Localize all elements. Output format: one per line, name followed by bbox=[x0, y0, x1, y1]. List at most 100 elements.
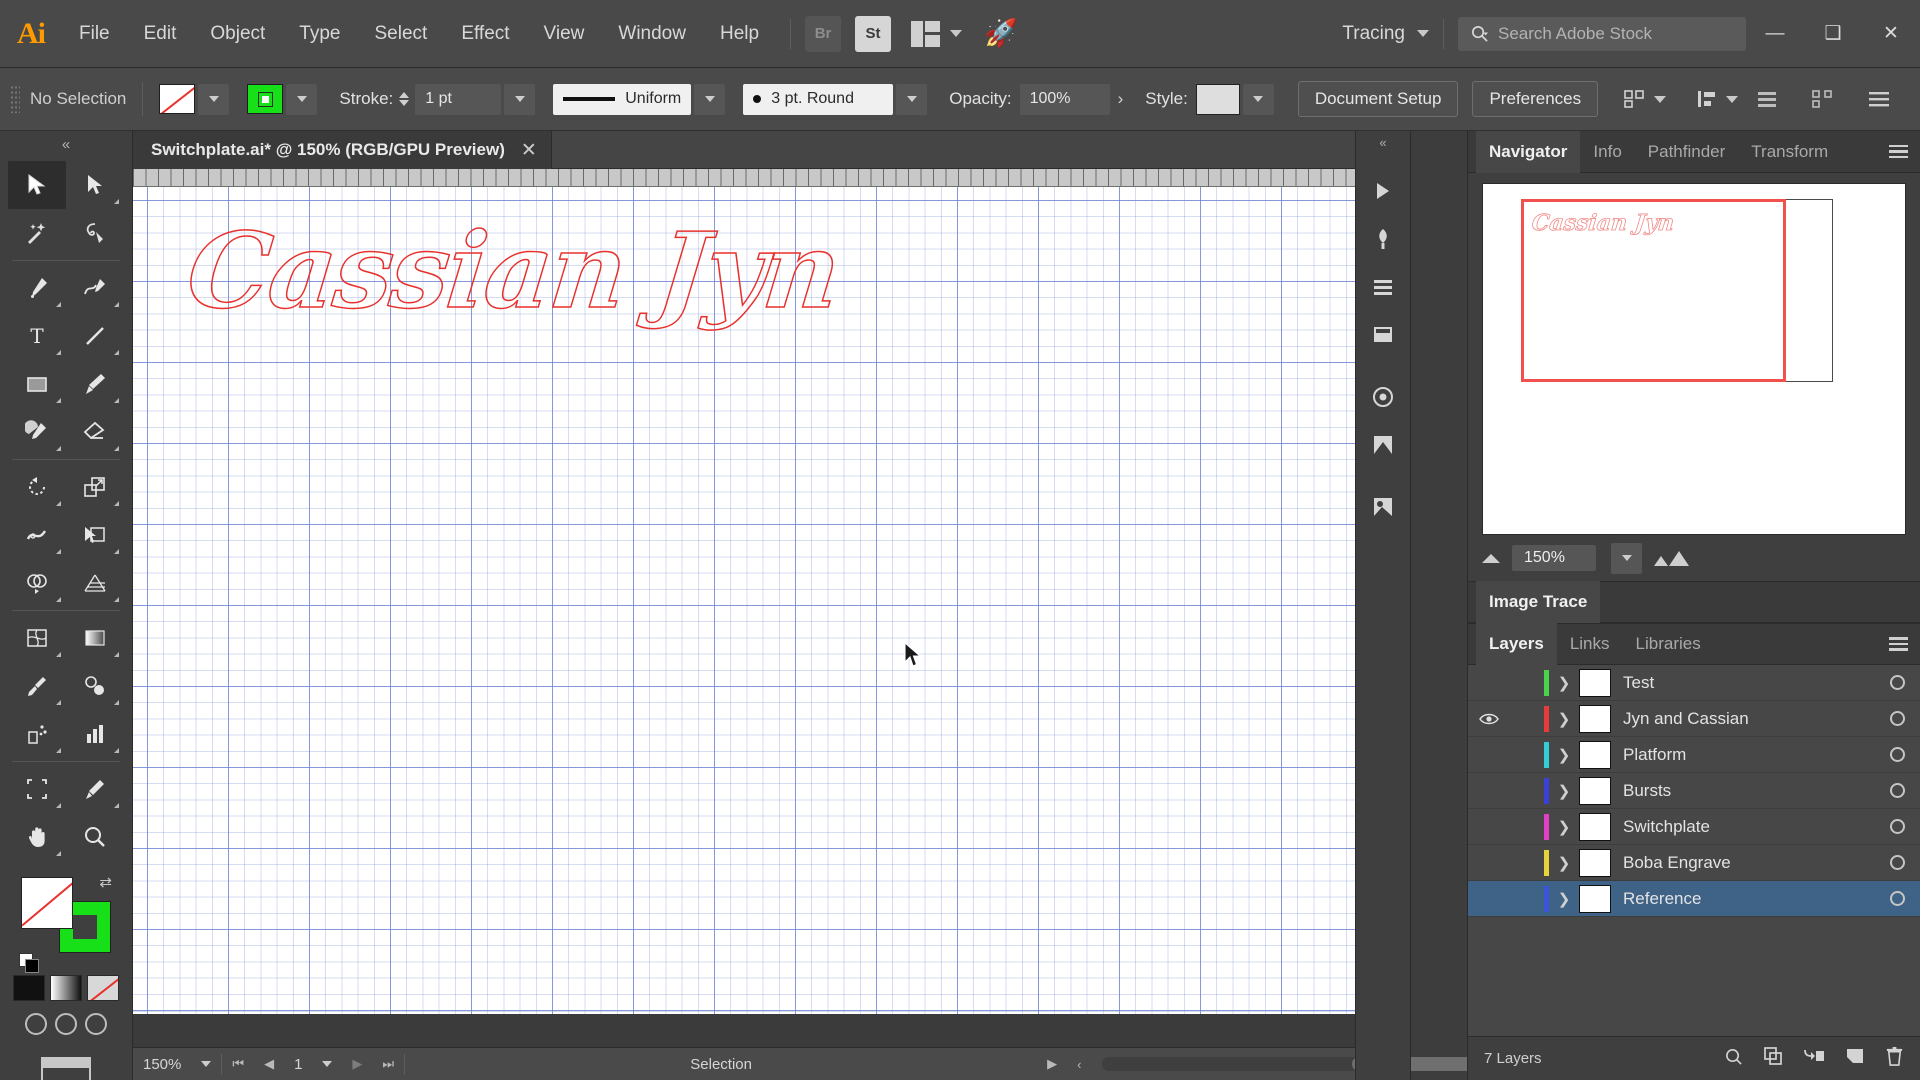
layer-row[interactable]: ❯ Bursts bbox=[1468, 773, 1920, 809]
control-panel-menu-icon[interactable] bbox=[1860, 80, 1898, 118]
draw-inside-icon[interactable] bbox=[85, 1013, 107, 1035]
gradient-button[interactable] bbox=[50, 975, 82, 1001]
tab-image-trace[interactable]: Image Trace bbox=[1476, 581, 1601, 623]
select-similar-chevron-down-icon[interactable] bbox=[1654, 95, 1667, 103]
minimize-button[interactable]: — bbox=[1746, 0, 1804, 68]
dock-brushes-icon[interactable] bbox=[1356, 215, 1410, 263]
zoom-out-icon[interactable] bbox=[1482, 553, 1500, 563]
layers-panel-menu-icon[interactable] bbox=[1889, 637, 1908, 651]
menu-effect[interactable]: Effect bbox=[444, 0, 526, 68]
artboard-number-input[interactable]: 1 bbox=[284, 1048, 312, 1080]
stock-icon[interactable]: St bbox=[855, 15, 892, 52]
status-play-icon[interactable]: ▶ bbox=[1037, 1048, 1067, 1080]
stroke-chevron-down-icon[interactable] bbox=[286, 83, 318, 115]
color-button[interactable] bbox=[13, 975, 45, 1001]
align-icon[interactable] bbox=[1688, 80, 1726, 118]
tab-links[interactable]: Links bbox=[1557, 623, 1623, 665]
search-input[interactable]: Search Adobe Stock bbox=[1458, 16, 1746, 51]
layer-target-icon[interactable] bbox=[1874, 891, 1920, 906]
layer-row[interactable]: ❯ Jyn and Cassian bbox=[1468, 701, 1920, 737]
tab-navigator[interactable]: Navigator bbox=[1476, 130, 1581, 173]
zoom-chevron-down-icon[interactable] bbox=[191, 1048, 221, 1080]
layer-name[interactable]: Test bbox=[1623, 673, 1874, 693]
dock-align-icon[interactable] bbox=[1356, 263, 1410, 311]
dock-image-trace-icon[interactable] bbox=[1356, 483, 1410, 531]
layer-target-icon[interactable] bbox=[1874, 747, 1920, 762]
layer-name[interactable]: Bursts bbox=[1623, 781, 1874, 801]
curvature-tool[interactable] bbox=[66, 264, 124, 312]
first-artboard-button[interactable]: ⏮ bbox=[222, 1048, 254, 1080]
fill-swatch[interactable] bbox=[159, 84, 196, 114]
dock-artboards-icon[interactable] bbox=[1356, 311, 1410, 359]
layer-target-icon[interactable] bbox=[1874, 711, 1920, 726]
none-button[interactable] bbox=[87, 975, 119, 1001]
arrange-chevron-down-icon[interactable] bbox=[950, 30, 963, 37]
artboard-chevron-down-icon[interactable] bbox=[312, 1048, 342, 1080]
screen-mode-icon[interactable] bbox=[41, 1057, 91, 1080]
layer-expand-chevron-right-icon[interactable]: ❯ bbox=[1549, 854, 1579, 872]
tab-info[interactable]: Info bbox=[1580, 131, 1634, 173]
lasso-tool[interactable] bbox=[66, 209, 124, 257]
artwork-text[interactable]: Cassian Jyn bbox=[181, 208, 845, 344]
layer-name[interactable]: Jyn and Cassian bbox=[1623, 709, 1874, 729]
align-chevron-down-icon[interactable] bbox=[1726, 95, 1739, 103]
dock-appearance-icon[interactable] bbox=[1356, 373, 1410, 421]
discover-rocket-icon[interactable]: 🚀 bbox=[984, 20, 1018, 47]
eraser-tool[interactable] bbox=[66, 408, 124, 456]
preferences-button[interactable]: Preferences bbox=[1472, 81, 1599, 117]
dock-properties-icon[interactable] bbox=[1356, 167, 1410, 215]
bridge-icon[interactable]: Br bbox=[805, 15, 842, 52]
navigator-zoom-chevron-down-icon[interactable] bbox=[1611, 542, 1642, 574]
layer-name[interactable]: Switchplate bbox=[1623, 817, 1874, 837]
style-chevron-down-icon[interactable] bbox=[1242, 83, 1274, 115]
make-sublayer-icon[interactable] bbox=[1763, 1046, 1783, 1071]
line-segment-tool[interactable] bbox=[66, 312, 124, 360]
symbol-sprayer-tool[interactable] bbox=[8, 710, 66, 758]
dock-graphic-styles-icon[interactable] bbox=[1356, 421, 1410, 469]
layer-visibility-icon[interactable] bbox=[1468, 712, 1510, 726]
brush-definition-chevron-down-icon[interactable] bbox=[896, 83, 928, 115]
shaper-tool[interactable] bbox=[8, 408, 66, 456]
navigator-view-box[interactable]: Cassian Jyn bbox=[1521, 199, 1786, 382]
slice-tool[interactable] bbox=[66, 765, 124, 813]
graphic-style-swatch[interactable] bbox=[1195, 83, 1240, 115]
layer-target-icon[interactable] bbox=[1874, 675, 1920, 690]
layer-expand-chevron-right-icon[interactable]: ❯ bbox=[1549, 782, 1579, 800]
draw-behind-icon[interactable] bbox=[55, 1013, 77, 1035]
fill-chevron-down-icon[interactable] bbox=[198, 83, 230, 115]
width-tool[interactable] bbox=[8, 511, 66, 559]
document-setup-button[interactable]: Document Setup bbox=[1297, 81, 1459, 117]
rotate-tool[interactable] bbox=[8, 463, 66, 511]
menu-type[interactable]: Type bbox=[282, 0, 357, 68]
layer-row[interactable]: ❯ Platform bbox=[1468, 737, 1920, 773]
free-transform-tool[interactable] bbox=[66, 511, 124, 559]
tab-transform[interactable]: Transform bbox=[1738, 131, 1841, 173]
blend-tool[interactable] bbox=[66, 662, 124, 710]
opacity-input[interactable]: 100% bbox=[1019, 83, 1110, 115]
previous-artboard-button[interactable]: ◀ bbox=[254, 1048, 284, 1080]
artboard[interactable]: Cassian Jyn bbox=[133, 187, 1379, 1014]
layer-row[interactable]: ❯ Switchplate bbox=[1468, 809, 1920, 845]
control-bar-grip[interactable] bbox=[10, 85, 20, 113]
workspace-chevron-down-icon[interactable] bbox=[1417, 30, 1429, 37]
brush-definition-select[interactable]: 3 pt. Round bbox=[743, 83, 894, 115]
canvas-horizontal-scrollbar[interactable] bbox=[1101, 1057, 1482, 1071]
locate-object-icon[interactable] bbox=[1724, 1047, 1743, 1071]
workspace-switcher-label[interactable]: Tracing bbox=[1342, 23, 1405, 45]
rectangle-tool[interactable] bbox=[8, 360, 66, 408]
arrange-documents-icon[interactable] bbox=[911, 20, 941, 47]
menu-edit[interactable]: Edit bbox=[127, 0, 194, 68]
mesh-tool[interactable] bbox=[8, 614, 66, 662]
draw-normal-icon[interactable] bbox=[25, 1013, 47, 1035]
arrange-objects-icon[interactable] bbox=[1748, 80, 1786, 118]
stroke-weight-input[interactable]: 1 pt bbox=[415, 83, 502, 115]
swap-fill-stroke-icon[interactable]: ⇄ bbox=[99, 873, 112, 891]
column-graph-tool[interactable] bbox=[66, 710, 124, 758]
dock-collapse-icon[interactable]: « bbox=[1356, 131, 1410, 153]
layer-expand-chevron-right-icon[interactable]: ❯ bbox=[1549, 710, 1579, 728]
menu-help[interactable]: Help bbox=[703, 0, 776, 68]
layer-name[interactable]: Boba Engrave bbox=[1623, 853, 1874, 873]
hand-tool[interactable] bbox=[8, 813, 66, 861]
last-artboard-button[interactable]: ⏭ bbox=[372, 1048, 404, 1080]
navigator-thumbnail[interactable]: Cassian Jyn bbox=[1482, 183, 1906, 535]
